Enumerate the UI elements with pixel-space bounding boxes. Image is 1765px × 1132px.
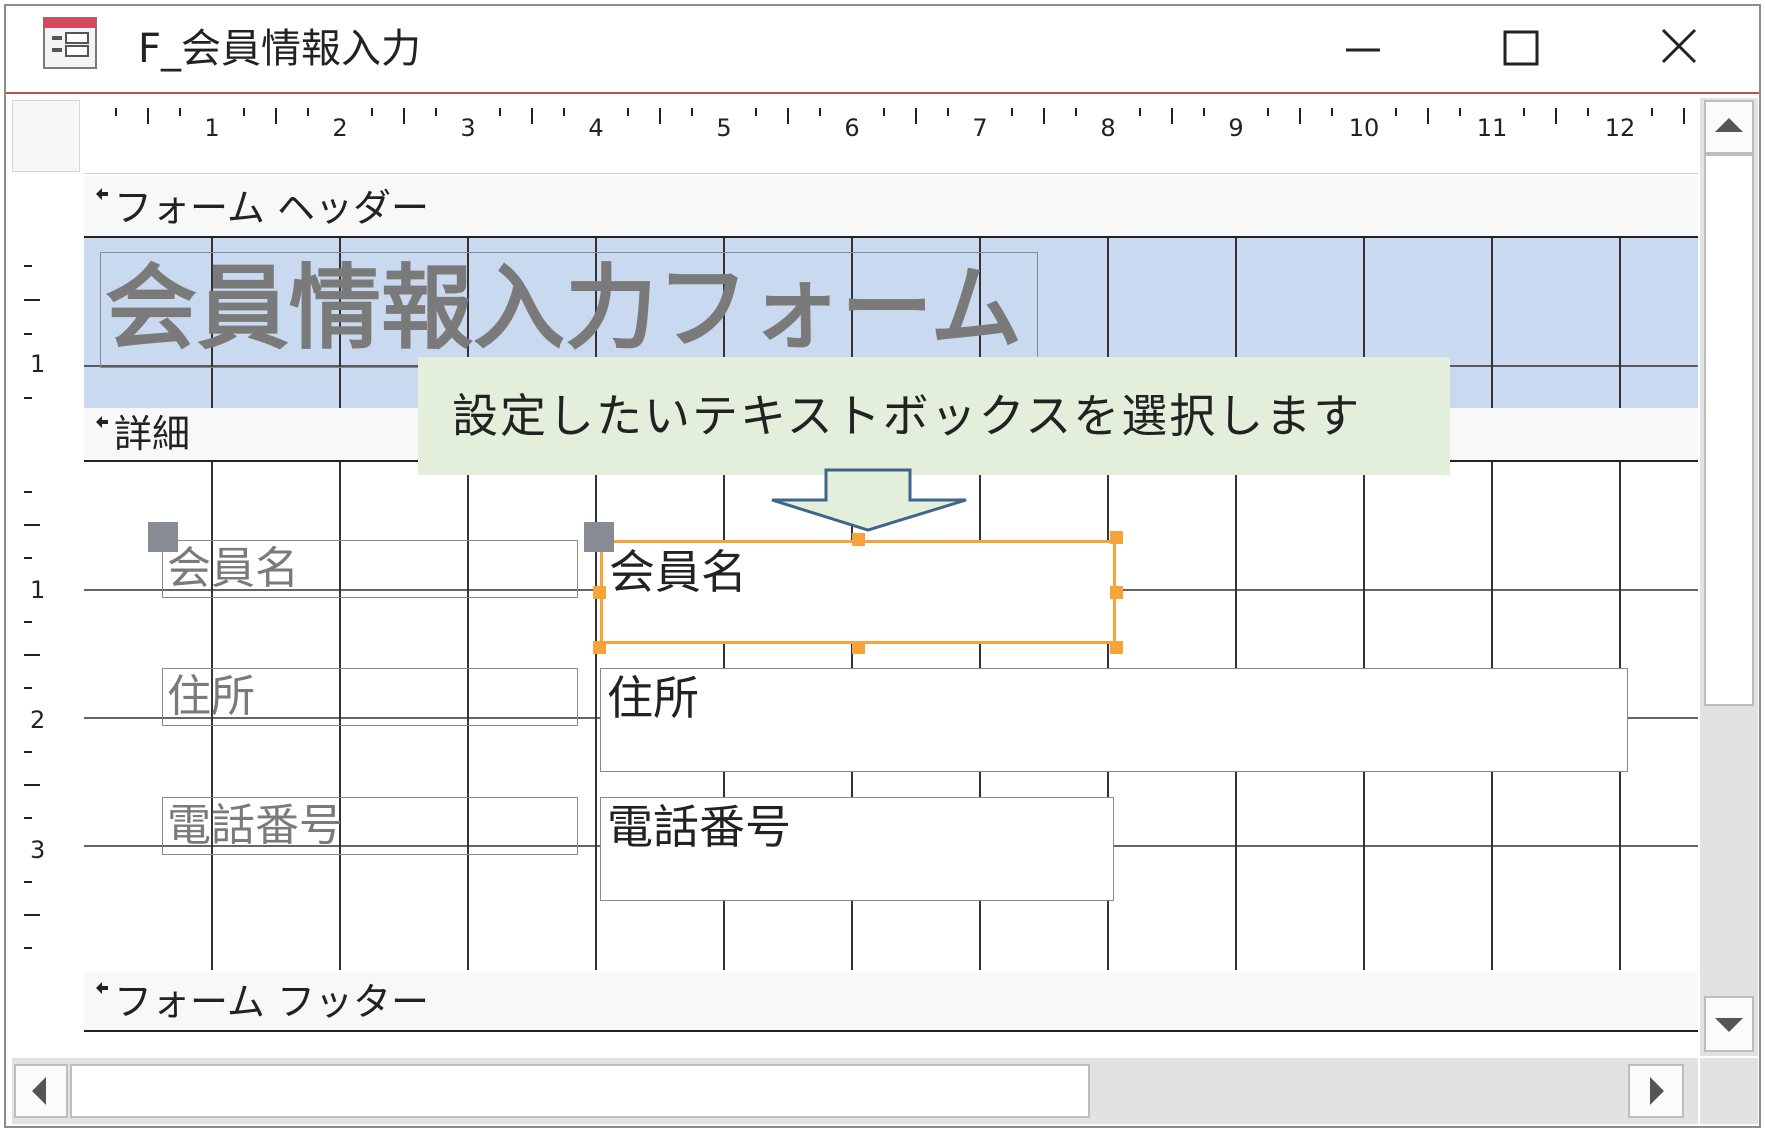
- close-icon: [1661, 28, 1697, 64]
- resize-handle-left[interactable]: [593, 586, 606, 599]
- vertical-scroll-thumb[interactable]: [1704, 154, 1754, 706]
- minimize-button[interactable]: [1328, 20, 1398, 74]
- instruction-callout: 設定したいテキストボックスを選択します: [418, 357, 1450, 475]
- address-label[interactable]: 住所: [162, 668, 578, 726]
- address-textbox[interactable]: 住所: [600, 668, 1628, 772]
- scrollbar-corner: [1700, 1058, 1758, 1124]
- vertical-ruler[interactable]: 1 1 2 3: [12, 174, 78, 1054]
- label-move-handle[interactable]: [148, 522, 178, 552]
- hruler-label: 11: [1477, 114, 1508, 142]
- horizontal-scroll-thumb[interactable]: [70, 1064, 1090, 1118]
- chevron-left-icon: [32, 1077, 46, 1105]
- vruler-label: 2: [30, 706, 46, 734]
- resize-handle-top-right[interactable]: [1110, 531, 1123, 544]
- hruler-label: 8: [1100, 114, 1115, 142]
- vertical-scrollbar[interactable]: [1700, 98, 1758, 1056]
- form-header-section-bar[interactable]: フォーム ヘッダー: [84, 176, 1698, 238]
- phone-textbox[interactable]: 電話番号: [600, 797, 1114, 901]
- resize-handle-top[interactable]: [852, 533, 865, 546]
- hruler-label: 7: [972, 114, 987, 142]
- scroll-right-button[interactable]: [1628, 1064, 1684, 1118]
- form-selector[interactable]: [12, 100, 80, 172]
- form-title-label[interactable]: 会員情報入力フォーム: [100, 252, 1038, 368]
- chevron-up-icon: [1715, 118, 1743, 132]
- section-collapse-icon: [96, 188, 108, 200]
- resize-handle-bottom-left[interactable]: [593, 641, 606, 654]
- hruler-label: 1: [204, 114, 219, 142]
- scroll-left-button[interactable]: [14, 1064, 68, 1118]
- member-name-textbox[interactable]: 会員名: [600, 540, 1116, 644]
- hruler-label: 9: [1228, 114, 1243, 142]
- hruler-label: 12: [1605, 114, 1636, 142]
- title-bar: F_会員情報入力: [6, 6, 1759, 90]
- close-button[interactable]: [1644, 20, 1714, 74]
- chevron-right-icon: [1650, 1077, 1664, 1105]
- hruler-label: 4: [588, 114, 603, 142]
- vruler-label: 3: [30, 836, 46, 864]
- vertical-ruler-ticks: [24, 265, 40, 949]
- maximize-icon: [1503, 30, 1539, 66]
- scroll-up-button[interactable]: [1704, 100, 1754, 154]
- horizontal-scrollbar[interactable]: [12, 1058, 1698, 1124]
- form-footer-label: フォーム フッター: [114, 980, 429, 1024]
- form-icon: [43, 17, 97, 69]
- resize-handle-bottom[interactable]: [852, 641, 865, 654]
- horizontal-ruler-ticks: 1 2 3 4 5 6 7 8 9 10 11 12: [115, 108, 1685, 142]
- minimize-icon: [1346, 48, 1380, 52]
- horizontal-ruler[interactable]: 1 2 3 4 5 6 7 8 9 10 11 12: [84, 100, 1698, 174]
- form-header-label: フォーム ヘッダー: [114, 186, 429, 230]
- section-collapse-icon: [96, 982, 108, 994]
- title-separator: [6, 92, 1759, 94]
- hruler-label: 6: [844, 114, 859, 142]
- vruler-label: 1: [30, 350, 46, 378]
- window-title: F_会員情報入力: [138, 26, 422, 72]
- chevron-down-icon: [1715, 1018, 1743, 1032]
- textbox-move-handle[interactable]: [584, 522, 614, 552]
- hruler-label: 3: [460, 114, 475, 142]
- maximize-button[interactable]: [1486, 20, 1556, 74]
- form-footer-section-bar[interactable]: フォーム フッター: [84, 972, 1698, 1032]
- member-name-label[interactable]: 会員名: [162, 540, 578, 598]
- section-collapse-icon: [96, 416, 108, 428]
- vruler-label: 1: [30, 576, 46, 604]
- hruler-label: 2: [332, 114, 347, 142]
- resize-handle-right[interactable]: [1110, 586, 1123, 599]
- detail-label: 詳細: [114, 412, 191, 456]
- scroll-down-button[interactable]: [1704, 996, 1754, 1052]
- down-arrow-icon: [771, 468, 967, 532]
- hruler-label: 10: [1349, 114, 1380, 142]
- hruler-label: 5: [716, 114, 731, 142]
- phone-label[interactable]: 電話番号: [162, 797, 578, 855]
- resize-handle-bottom-right[interactable]: [1110, 641, 1123, 654]
